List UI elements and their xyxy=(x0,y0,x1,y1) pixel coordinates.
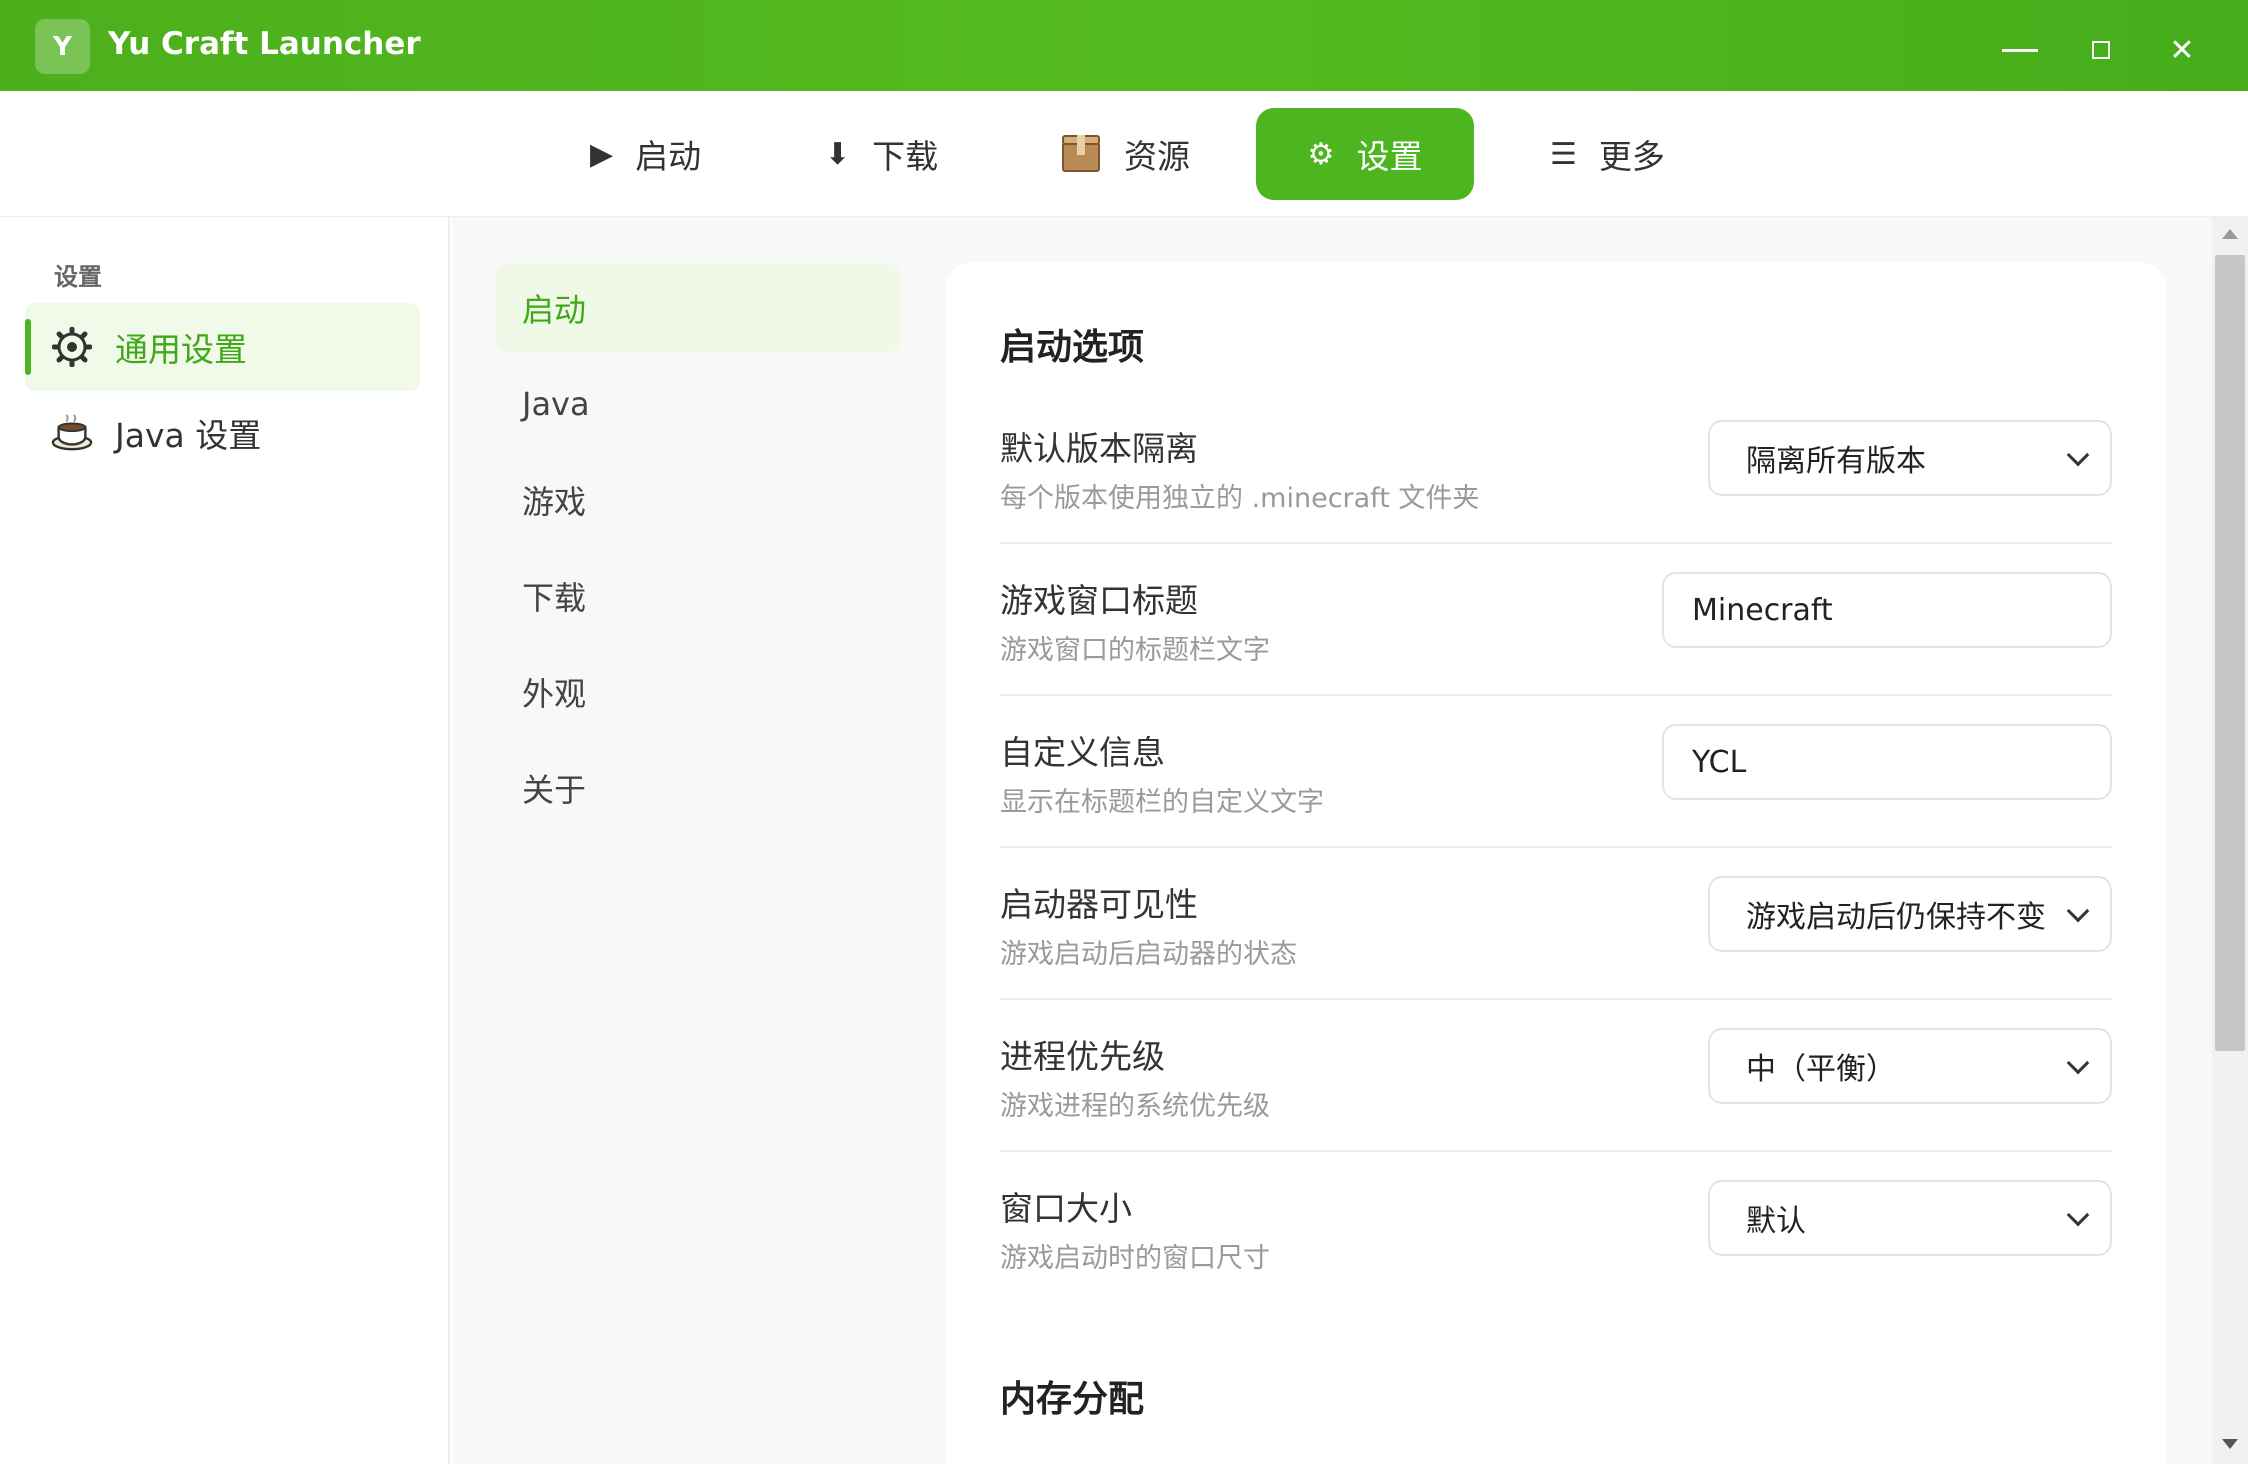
version-isolation-select[interactable]: 隔离所有版本 xyxy=(1708,420,2112,496)
setting-description: 游戏进程的系统优先级 xyxy=(1000,1091,1270,1122)
nav-settings[interactable]: ⚙ 设置 xyxy=(1256,108,1474,200)
chevron-down-icon xyxy=(2066,443,2090,467)
setting-description: 每个版本使用独立的 .minecraft 文件夹 xyxy=(1000,483,1480,514)
subnav-item-game[interactable]: 游戏 xyxy=(496,455,901,545)
chevron-down-icon xyxy=(2066,899,2090,923)
select-value: 中（平衡） xyxy=(1746,1052,1896,1087)
select-value: 默认 xyxy=(1746,1204,1806,1239)
setting-title: 进程优先级 xyxy=(1000,1037,1165,1076)
setting-title: 窗口大小 xyxy=(1000,1189,1132,1228)
setting-description: 游戏窗口的标题栏文字 xyxy=(1000,635,1270,666)
subnav-item-appearance[interactable]: 外观 xyxy=(496,647,901,737)
subnav-item-java[interactable]: Java xyxy=(496,359,901,449)
chevron-down-icon xyxy=(2066,1203,2090,1227)
setting-row-launcher-visibility: 启动器可见性 游戏启动后启动器的状态 游戏启动后仍保持不变 xyxy=(1000,848,2112,1000)
menu-icon: ☰ xyxy=(1550,136,1577,172)
process-priority-select[interactable]: 中（平衡） xyxy=(1708,1028,2112,1104)
setting-description: 游戏启动时的窗口尺寸 xyxy=(1000,1243,1270,1274)
close-icon: ✕ xyxy=(2169,32,2195,68)
setting-description: 游戏启动后启动器的状态 xyxy=(1000,939,1297,970)
scrollbar[interactable] xyxy=(2212,217,2248,1464)
select-value: 游戏启动后仍保持不变 xyxy=(1746,900,2046,935)
settings-sidebar: 设置 通用设置 Java 设置 xyxy=(0,217,450,1464)
setting-row-custom-info: 自定义信息 显示在标题栏的自定义文字 YCL xyxy=(1000,696,2112,848)
play-icon: ▶ xyxy=(590,136,614,172)
nav-launch[interactable]: ▶ 启动 xyxy=(540,108,751,200)
setting-row-window-size: 窗口大小 游戏启动时的窗口尺寸 默认 xyxy=(1000,1152,2112,1304)
close-button[interactable]: ✕ xyxy=(2152,20,2212,80)
launcher-visibility-select[interactable]: 游戏启动后仍保持不变 xyxy=(1708,876,2112,952)
setting-title: 自定义信息 xyxy=(1000,733,1165,772)
gear-icon: ⚙ xyxy=(1307,136,1335,172)
app-title: Yu Craft Launcher xyxy=(108,26,421,62)
scrollbar-thumb[interactable] xyxy=(2215,255,2245,1051)
setting-row-window-title: 游戏窗口标题 游戏窗口的标题栏文字 Minecraft xyxy=(1000,544,2112,696)
nav-resources[interactable]: 资源 xyxy=(1010,108,1240,200)
setting-row-process-priority: 进程优先级 游戏进程的系统优先级 中（平衡） xyxy=(1000,1000,2112,1152)
settings-card: 启动选项 默认版本隔离 每个版本使用独立的 .minecraft 文件夹 隔离所… xyxy=(946,262,2166,1464)
nav-download[interactable]: ⬇ 下载 xyxy=(775,108,988,200)
nav-more[interactable]: ☰ 更多 xyxy=(1500,108,1715,200)
section-title-launch-options: 启动选项 xyxy=(1000,327,1145,368)
title-bar: Y Yu Craft Launcher ✕ xyxy=(0,0,2248,91)
minimize-icon xyxy=(2002,48,2038,52)
section-title-memory: 内存分配 xyxy=(1000,1379,1145,1420)
sidebar-item-label: Java 设置 xyxy=(115,416,262,455)
subnav-item-launch[interactable]: 启动 xyxy=(496,263,901,353)
top-navigation: ▶ 启动 ⬇ 下载 资源 ⚙ 设置 ☰ 更多 xyxy=(0,91,2248,217)
nav-resources-label: 资源 xyxy=(1124,137,1190,176)
nav-download-label: 下载 xyxy=(872,137,939,176)
subnav-item-download[interactable]: 下载 xyxy=(496,551,901,641)
nav-more-label: 更多 xyxy=(1598,137,1665,176)
setting-row-version-isolation: 默认版本隔离 每个版本使用独立的 .minecraft 文件夹 隔离所有版本 xyxy=(1000,392,2112,544)
sidebar-item-label: 通用设置 xyxy=(115,330,247,369)
gear-icon xyxy=(51,326,93,368)
settings-subnav: 启动 Java 游戏 下载 外观 关于 xyxy=(452,217,932,1464)
settings-content: 启动选项 默认版本隔离 每个版本使用独立的 .minecraft 文件夹 隔离所… xyxy=(932,217,2212,1464)
coffee-cup-icon xyxy=(51,412,93,454)
sidebar-heading: 设置 xyxy=(54,263,102,291)
window-title-input[interactable]: Minecraft xyxy=(1662,572,2112,648)
scroll-up-arrow-icon[interactable] xyxy=(2222,229,2238,239)
subnav-item-about[interactable]: 关于 xyxy=(496,743,901,833)
setting-title: 游戏窗口标题 xyxy=(1000,581,1198,620)
chevron-down-icon xyxy=(2066,1051,2090,1075)
minimize-button[interactable] xyxy=(1990,20,2050,80)
download-icon: ⬇ xyxy=(825,136,851,172)
app-logo: Y xyxy=(35,19,90,74)
maximize-button[interactable] xyxy=(2071,20,2131,80)
maximize-icon xyxy=(2092,41,2110,59)
sidebar-item-general-settings[interactable]: 通用设置 xyxy=(25,303,420,391)
nav-launch-label: 启动 xyxy=(635,137,702,176)
box-icon xyxy=(1060,134,1102,174)
setting-title: 默认版本隔离 xyxy=(1000,429,1198,468)
setting-title: 启动器可见性 xyxy=(1000,885,1198,924)
select-value: 隔离所有版本 xyxy=(1746,444,1926,479)
sidebar-item-java-settings[interactable]: Java 设置 xyxy=(25,389,420,477)
scroll-down-arrow-icon[interactable] xyxy=(2222,1439,2238,1449)
nav-settings-label: 设置 xyxy=(1356,137,1423,176)
custom-info-input[interactable]: YCL xyxy=(1662,724,2112,800)
window-size-select[interactable]: 默认 xyxy=(1708,1180,2112,1256)
setting-description: 显示在标题栏的自定义文字 xyxy=(1000,787,1324,818)
